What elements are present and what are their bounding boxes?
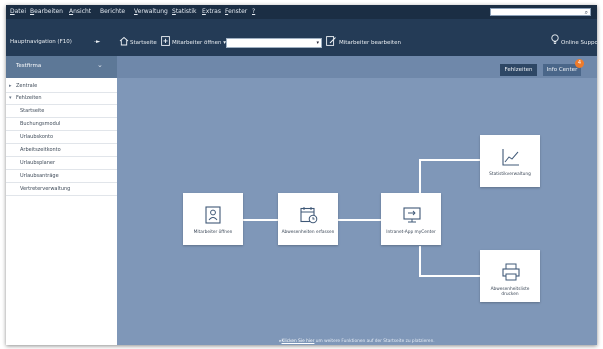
menu-verwaltung[interactable]: Verwaltung <box>134 8 168 16</box>
card-label: Intranet-App myCenter <box>386 230 436 235</box>
menu-ansicht[interactable]: Ansicht <box>69 8 91 16</box>
connector-line <box>419 159 421 194</box>
sidebar-item-label: Startseite <box>20 108 45 114</box>
menu-fenster[interactable]: Fenster <box>225 8 247 16</box>
company-name: Testfirma <box>16 63 42 69</box>
card-label: Abwesenheitsliste drucken <box>490 287 530 297</box>
menu-bearbeiten[interactable]: Bearbeiten <box>30 8 63 16</box>
sidebar-item-arbeitszeitkonto[interactable]: Arbeitszeitkonto <box>6 145 117 157</box>
main-navigation-label[interactable]: Hauptnavigation (F10) <box>10 38 72 46</box>
menu-extras[interactable]: Extras <box>202 8 221 16</box>
menu-bar: Datei Bearbeiten Ansicht Berichte Verwal… <box>6 5 597 19</box>
line-chart-icon <box>502 149 519 166</box>
chevron-down-icon[interactable]: ⌄ <box>97 61 103 69</box>
sidebar-group-fehlzeiten[interactable]: ▾ Fehlzeiten <box>6 93 117 105</box>
connector-line <box>338 219 381 221</box>
card-abwesenheitsliste-drucken[interactable]: Abwesenheitsliste drucken <box>480 250 540 302</box>
sidebar-item-label: Vertreterverwaltung <box>20 186 71 192</box>
sidebar-group-label: Fehlzeiten <box>16 95 42 101</box>
menu-help[interactable]: ? <box>252 8 255 16</box>
monitor-icon <box>403 207 421 223</box>
menu-berichte[interactable]: Berichte <box>100 8 125 16</box>
chevron-right-icon: ▸ <box>9 83 12 89</box>
sidebar-item-label: Urlaubsanträge <box>20 173 59 179</box>
pin-button[interactable]: -► <box>94 38 100 46</box>
sidebar-item-vertreterverwaltung[interactable]: Vertreterverwaltung <box>6 184 117 196</box>
main-tabbar: Fehlzeiten Info Center 4 <box>117 56 597 78</box>
home-icon[interactable] <box>119 36 129 49</box>
card-intranet-app[interactable]: Intranet-App myCenter <box>381 193 441 245</box>
add-user-icon[interactable] <box>161 36 170 49</box>
connector-line <box>419 246 421 277</box>
add-functions-link[interactable]: Klicken Sie hier <box>282 339 315 344</box>
edit-document-icon[interactable] <box>326 36 337 49</box>
sidebar-item-label: Buchungsmodul <box>20 121 61 127</box>
sidebar-item-urlaubskonto[interactable]: Urlaubskonto <box>6 132 117 144</box>
startseite-button[interactable]: Startseite <box>130 39 157 47</box>
sidebar-item-label: Urlaubskonto <box>20 134 54 140</box>
connector-line <box>419 159 480 161</box>
employee-card-icon <box>205 206 221 224</box>
chevron-down-icon[interactable]: ▾ <box>316 40 319 47</box>
sidebar-group-zentrale[interactable]: ▸ Zentrale <box>6 81 117 93</box>
screenshot: Datei Bearbeiten Ansicht Berichte Verwal… <box>0 0 603 349</box>
card-mitarbeiter-oeffnen[interactable]: Mitarbeiter öffnen <box>183 193 243 245</box>
connector-line <box>419 275 480 277</box>
menu-statistik[interactable]: Statistik <box>172 8 196 16</box>
online-support-button[interactable]: Online Support <box>561 39 597 47</box>
card-abwesenheiten-erfassen[interactable]: Abwesenheiten erfassen <box>278 193 338 245</box>
tab-fehlzeiten[interactable]: Fehlzeiten <box>500 64 537 76</box>
menu-datei[interactable]: Datei <box>10 8 26 16</box>
connector-line <box>243 219 278 221</box>
card-label: Mitarbeiter öffnen <box>193 230 233 235</box>
footer-text: um weitere Funktionen auf der Startseite… <box>315 339 435 344</box>
footer-hint: ▸Klicken Sie hier um weitere Funktionen … <box>279 339 435 344</box>
printer-icon <box>502 263 520 281</box>
mitarbeiter-bearbeiten-button[interactable]: Mitarbeiter bearbeiten <box>339 39 401 47</box>
sidebar-item-urlaubsplaner[interactable]: Urlaubsplaner <box>6 158 117 170</box>
employee-combobox[interactable]: ▾ <box>226 38 322 48</box>
toolbar: Hauptnavigation (F10) -► Startseite Mita… <box>6 19 597 56</box>
sidebar-item-label: Urlaubsplaner <box>20 160 56 166</box>
sidebar-item-startseite[interactable]: Startseite <box>6 106 117 118</box>
sidebar: Testfirma ⌄ ▸ Zentrale ▾ Fehlzeiten Star… <box>6 56 117 345</box>
search-input[interactable]: ⌕ <box>490 8 591 16</box>
sidebar-group-label: Zentrale <box>16 83 38 89</box>
card-label: Abwesenheiten erfassen <box>281 230 335 235</box>
lightbulb-icon[interactable] <box>551 34 559 48</box>
sidebar-header[interactable]: Testfirma ⌄ <box>6 56 117 78</box>
sidebar-item-label: Arbeitszeitkonto <box>20 147 61 153</box>
sidebar-item-buchungsmodul[interactable]: Buchungsmodul <box>6 119 117 131</box>
chevron-down-icon: ▾ <box>9 95 12 101</box>
notification-badge: 4 <box>575 59 584 68</box>
card-statistikverwaltung[interactable]: Statistikverwaltung <box>480 135 540 187</box>
sidebar-item-urlaubsantraege[interactable]: Urlaubsanträge <box>6 171 117 183</box>
mitarbeiter-oeffnen-button[interactable]: Mitarbeiter öffnen ▾ <box>172 39 226 47</box>
app-window: Datei Bearbeiten Ansicht Berichte Verwal… <box>6 5 597 345</box>
card-label: Statistikverwaltung <box>489 172 531 177</box>
main-area: Fehlzeiten Info Center 4 Mitarbeiter öff… <box>117 56 597 345</box>
search-icon[interactable]: ⌕ <box>585 9 588 16</box>
calendar-clock-icon <box>300 207 318 224</box>
